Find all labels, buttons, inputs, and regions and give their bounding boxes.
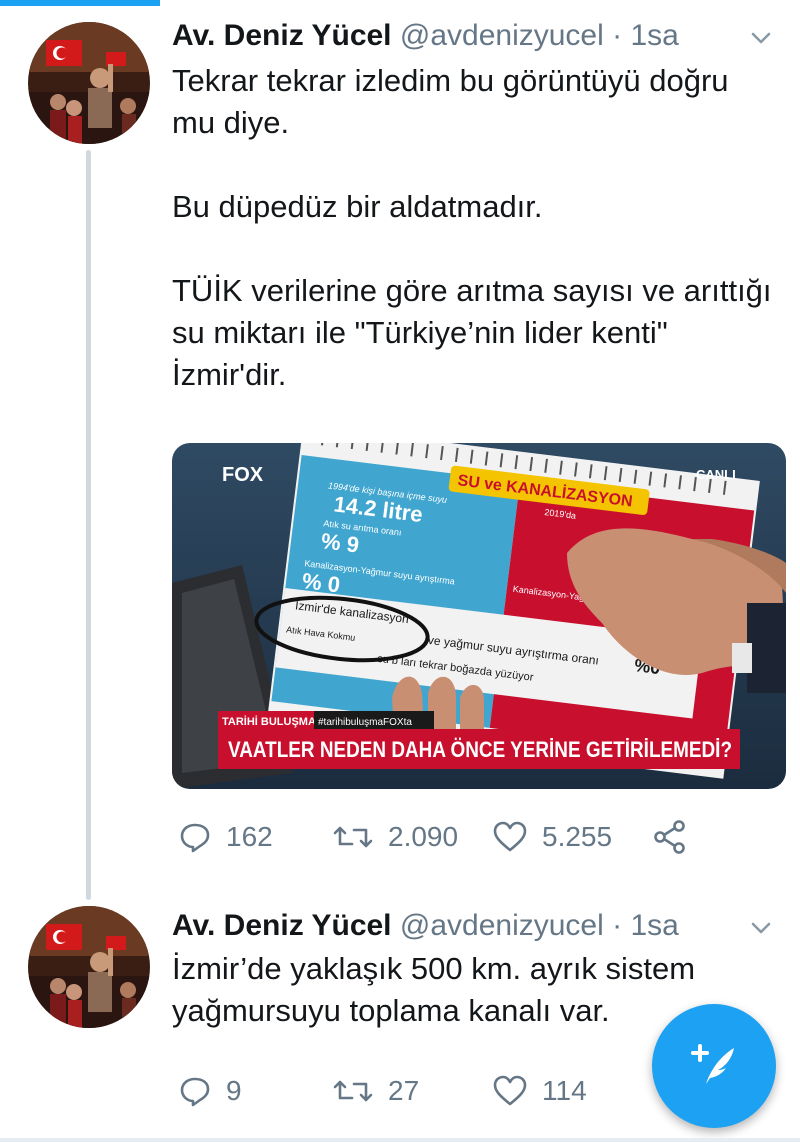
- live-badge: CANLI: [696, 467, 736, 482]
- reply-icon: [178, 1074, 212, 1108]
- tweet-paragraph: TÜİK verilerine göre arıtma sayısı ve ar…: [172, 273, 772, 392]
- channel-logo: FOX: [222, 464, 264, 486]
- thread-connector-line: [86, 150, 91, 900]
- timestamp[interactable]: 1sa: [630, 909, 678, 942]
- reply-button[interactable]: 162: [178, 812, 273, 862]
- like-button[interactable]: 5.255: [492, 812, 612, 862]
- chevron-down-icon[interactable]: [748, 22, 774, 48]
- reply-count: 162: [226, 821, 273, 852]
- tweet-actions: 162 2.090 5.255: [172, 812, 772, 862]
- tweet-text: Tekrar tekrar izledim bu görüntüyü doğru…: [172, 60, 772, 396]
- ticker-hashtag: #tarihibuluşmaFOXta: [318, 717, 412, 728]
- divider: [0, 1138, 800, 1142]
- compose-tweet-button[interactable]: [652, 1004, 776, 1128]
- timestamp[interactable]: 1sa: [630, 19, 678, 52]
- tweet[interactable]: Av. Deniz Yücel @avdenizyucel · 1sa Tekr…: [0, 0, 800, 900]
- retweet-count: 27: [388, 1075, 420, 1106]
- retweet-icon: [332, 820, 374, 854]
- reply-button[interactable]: 9: [178, 1066, 242, 1116]
- tweet-media-image[interactable]: SU ve KANALİZASYON 1994'de kişi başına i…: [172, 443, 786, 789]
- author-name[interactable]: Av. Deniz Yücel: [172, 19, 392, 52]
- tweet-header: Av. Deniz Yücel @avdenizyucel · 1sa: [172, 906, 780, 946]
- chevron-down-icon[interactable]: [748, 912, 774, 938]
- like-count: 5.255: [542, 821, 613, 852]
- avatar[interactable]: [28, 906, 150, 1028]
- like-count: 114: [542, 1075, 587, 1106]
- heart-icon: [492, 820, 528, 854]
- author-handle[interactable]: @avdenizyucel: [400, 909, 604, 942]
- tweet-header: Av. Deniz Yücel @avdenizyucel · 1sa: [172, 16, 780, 56]
- like-button[interactable]: 114: [492, 1066, 587, 1116]
- separator-dot: ·: [612, 909, 623, 942]
- reply-count: 9: [226, 1075, 242, 1106]
- retweet-button[interactable]: 2.090: [332, 812, 458, 862]
- retweet-icon: [332, 1074, 374, 1108]
- retweet-count: 2.090: [388, 821, 459, 852]
- headline-text: VAATLER NEDEN DAHA ÖNCE YERİNE GETİRİLEM…: [228, 737, 732, 762]
- tweet-paragraph: Tekrar tekrar izledim bu görüntüyü doğru…: [172, 63, 729, 140]
- ticker-label: TARİHİ BULUŞMA: [222, 715, 316, 728]
- author-handle[interactable]: @avdenizyucel: [400, 19, 604, 52]
- avatar[interactable]: [28, 22, 150, 144]
- card-line: % 9: [320, 528, 361, 557]
- reply-icon: [178, 820, 212, 854]
- share-icon: [652, 819, 688, 855]
- share-button[interactable]: [652, 812, 688, 862]
- heart-icon: [492, 1074, 528, 1108]
- author-name[interactable]: Av. Deniz Yücel: [172, 909, 392, 942]
- tweet-paragraph: Bu düpedüz bir aldatmadır.: [172, 189, 543, 224]
- compose-tweet-icon: [686, 1036, 742, 1097]
- separator-dot: ·: [612, 19, 623, 52]
- retweet-button[interactable]: 27: [332, 1066, 419, 1116]
